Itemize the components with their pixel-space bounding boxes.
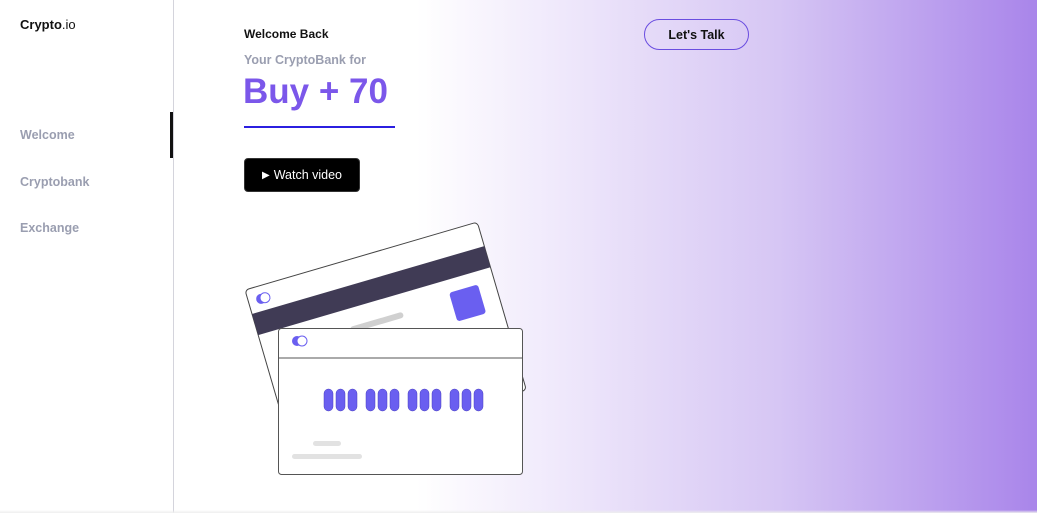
subtitle: Your CryptoBank for xyxy=(244,53,366,67)
watch-video-label: Watch video xyxy=(273,168,343,182)
sidebar-item-cryptobank[interactable]: Cryptobank xyxy=(20,175,89,189)
sidebar-item-exchange[interactable]: Exchange xyxy=(20,221,79,235)
lets-talk-button[interactable]: Let's Talk xyxy=(644,19,749,50)
logo-bold: Crypto xyxy=(20,17,62,32)
watch-video-button[interactable]: ▶ Watch video xyxy=(244,158,360,192)
logo-suffix: .io xyxy=(61,17,76,32)
headline: Buy + 70 xyxy=(243,72,388,111)
active-indicator xyxy=(170,112,173,158)
play-icon: ▶ xyxy=(261,169,270,181)
greeting: Welcome Back xyxy=(244,27,329,41)
sidebar: Crypto.io Welcome Cryptobank Exchange xyxy=(0,0,174,513)
headline-underline xyxy=(244,126,395,128)
credit-cards-illustration xyxy=(245,222,526,475)
sidebar-item-welcome[interactable]: Welcome xyxy=(20,128,75,142)
logo[interactable]: Crypto.io xyxy=(20,17,76,32)
front-card xyxy=(278,328,523,475)
